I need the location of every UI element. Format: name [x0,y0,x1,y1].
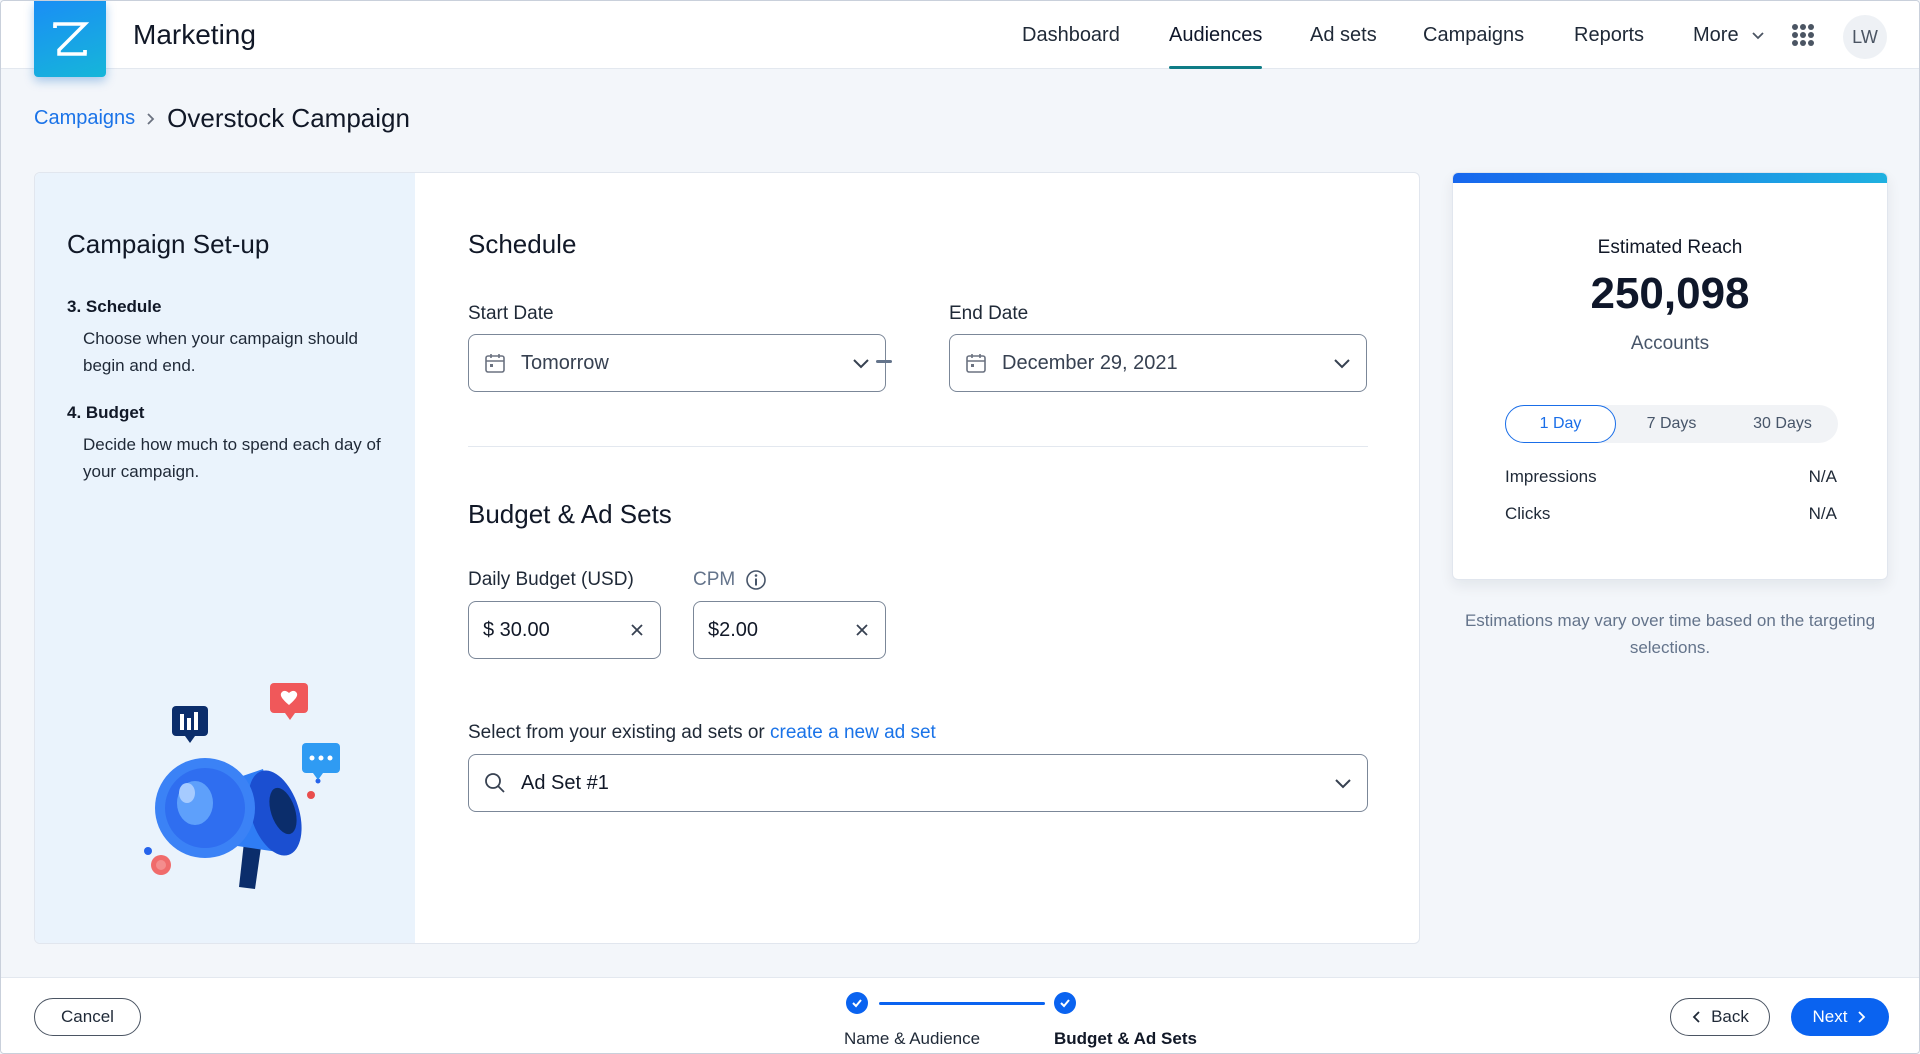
cpm-input[interactable]: $2.00 [693,601,886,659]
step-budget-title: 4. Budget [67,403,145,422]
brand-logo[interactable] [34,1,106,77]
next-button[interactable]: Next [1791,998,1889,1036]
section-divider [468,446,1368,447]
create-ad-set-link[interactable]: create a new ad set [770,722,936,743]
nav-more[interactable]: More [1693,1,1765,69]
step-label-budget-ad-sets: Budget & Ad Sets [1054,1029,1197,1048]
reach-range-toggle: 1 Day 7 Days 30 Days [1505,405,1838,443]
step-schedule-title: 3. Schedule [67,297,162,316]
daily-budget-label: Daily Budget (USD) [468,569,634,590]
top-navigation-bar: Marketing Dashboard Audiences Ad sets Ca… [1,1,1919,77]
wizard-stepper: Name & Audience Budget & Ad Sets [844,992,1206,1052]
cpm-value: $2.00 [708,618,759,641]
apps-grid-icon[interactable] [1792,24,1814,46]
range-1-day[interactable]: 1 Day [1505,405,1616,443]
calendar-icon [966,354,986,373]
end-date-label: End Date [949,303,1029,324]
check-icon [1060,999,1070,1008]
step-label-name-audience: Name & Audience [844,1029,981,1048]
daily-budget-value: $ 30.00 [483,618,550,641]
step-current-icon [1054,992,1076,1014]
schedule-section-title: Schedule [468,229,577,259]
clear-icon[interactable] [628,621,646,639]
ad-set-select[interactable]: Ad Set #1 [468,754,1368,812]
end-date-select[interactable]: December 29, 2021 [949,334,1367,392]
megaphone-illustration [144,683,340,889]
adset-prompt-text: Select from your existing ad sets or [468,722,771,743]
start-date-label: Start Date [468,303,554,324]
brand-logo-icon [53,22,90,56]
user-avatar[interactable]: LW [1843,15,1887,59]
step-schedule-desc: Choose when your campaign should begin a… [83,329,359,375]
back-button-label: Back [1711,1007,1749,1026]
daily-budget-input[interactable]: $ 30.00 [468,601,661,659]
stepper-connector [879,1002,1045,1005]
setup-sidebar-title: Campaign Set-up [67,229,270,259]
cpm-label: CPM [693,569,767,591]
reach-card-accent-bar [1453,173,1887,183]
impressions-label: Impressions [1505,467,1597,486]
chevron-left-icon [1692,1011,1700,1023]
cancel-button[interactable]: Cancel [34,998,141,1036]
nav-audiences[interactable]: Audiences [1169,1,1263,69]
nav-campaigns[interactable]: Campaigns [1423,1,1524,69]
search-icon [485,773,505,793]
reach-unit: Accounts [1630,333,1710,354]
start-date-select[interactable]: Tomorrow [468,334,886,392]
date-range-separator [876,360,892,363]
estimated-reach-card: Estimated Reach 250,098 Accounts 1 Day 7… [1452,172,1888,580]
chevron-down-icon [1751,32,1764,40]
reach-title: Estimated Reach [1597,237,1743,258]
setup-sidebar: Campaign Set-up 3. Schedule Choose when … [35,173,415,943]
chevron-right-icon [1858,1011,1866,1023]
chevron-right-icon [147,112,155,125]
check-icon [852,999,862,1008]
budget-section-title: Budget & Ad Sets [468,499,672,529]
breadcrumb-campaigns-link[interactable]: Campaigns [34,107,135,130]
app-title: Marketing [133,19,256,50]
end-date-value: December 29, 2021 [1002,351,1178,374]
cpm-label-text: CPM [693,569,736,590]
chevron-down-icon [1335,779,1351,789]
clicks-label: Clicks [1505,504,1551,523]
nav-more-label: More [1693,24,1739,46]
nav-dashboard[interactable]: Dashboard [1022,1,1120,69]
next-button-label: Next [1812,1007,1848,1026]
impressions-value: N/A [1808,467,1837,486]
back-button[interactable]: Back [1670,998,1770,1036]
page-title: Overstock Campaign [167,103,410,133]
range-30-days[interactable]: 30 Days [1727,405,1838,443]
calendar-icon [485,354,505,373]
reach-disclaimer: Estimations may vary over time based on … [1464,611,1876,657]
step-budget-desc: Decide how much to spend each day of you… [83,435,381,481]
adset-prompt: Select from your existing ad sets or cre… [468,722,936,744]
nav-ad-sets[interactable]: Ad sets [1310,1,1377,69]
reach-number: 250,098 [1590,269,1750,318]
wizard-footer: Cancel Name & Audience Budget & Ad Sets … [1,977,1919,1053]
range-7-days[interactable]: 7 Days [1616,405,1727,443]
campaign-setup-card: Campaign Set-up 3. Schedule Choose when … [34,172,1420,944]
start-date-value: Tomorrow [521,351,609,374]
setup-form: Schedule Start Date Tomorrow End Date De… [415,173,1419,943]
app-window: Marketing Dashboard Audiences Ad sets Ca… [0,0,1920,1054]
nav-reports[interactable]: Reports [1574,1,1644,69]
clicks-value: N/A [1808,504,1837,523]
step-complete-icon [846,992,868,1014]
chevron-down-icon [853,359,869,369]
chevron-down-icon [1334,359,1350,369]
ad-set-value: Ad Set #1 [521,771,609,794]
info-icon[interactable] [745,569,767,591]
clear-icon[interactable] [853,621,871,639]
breadcrumb: Campaigns Overstock Campaign [34,103,410,134]
